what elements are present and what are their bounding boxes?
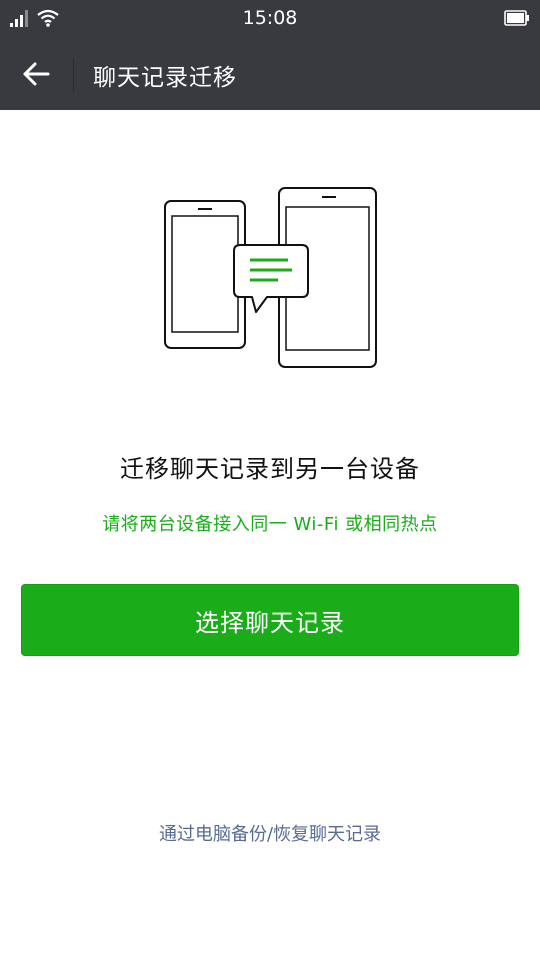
back-button[interactable] [8, 50, 64, 98]
status-time: 15:08 [242, 7, 298, 29]
title-divider [73, 58, 74, 92]
select-chat-records-button[interactable]: 选择聊天记录 [21, 584, 519, 656]
page-title: 聊天记录迁移 [93, 65, 237, 91]
chat-migration-screen: 15:08 聊天记录迁移 迁移聊天记录到另一台设备 请将两台设备接入同一 Wi-… [0, 0, 540, 960]
migration-heading: 迁移聊天记录到另一台设备 [120, 455, 420, 483]
title-bar: 聊天记录迁移 [0, 38, 540, 110]
status-bar: 15:08 [0, 0, 540, 38]
migration-illustration [164, 187, 377, 368]
pc-backup-restore-link[interactable]: 通过电脑备份/恢复聊天记录 [0, 820, 540, 846]
battery-icon [504, 10, 529, 26]
wifi-hint: 请将两台设备接入同一 Wi-Fi 或相同热点 [102, 514, 438, 535]
arrow-left-icon [23, 62, 50, 86]
